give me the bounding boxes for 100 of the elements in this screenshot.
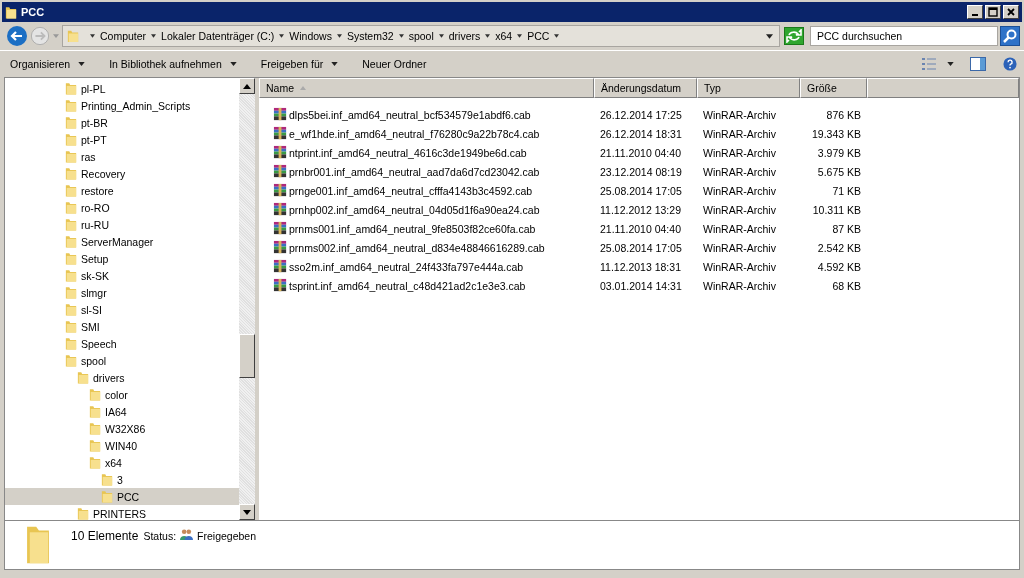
tree-item[interactable]: ras — [5, 148, 239, 165]
tree-item[interactable]: sl-SI — [5, 301, 239, 318]
scroll-up-icon[interactable] — [243, 83, 251, 89]
toolbar-button[interactable]: Neuer Ordner — [358, 58, 431, 70]
file-name[interactable]: dlps5bei.inf_amd64_neutral_bcf534579e1abdf6.cab — [289, 108, 531, 121]
folder-icon — [65, 115, 77, 130]
file-name[interactable]: sso2m.inf_amd64_neutral_24f433fa797e444a.cab — [289, 260, 524, 273]
breadcrumb-item[interactable]: Windows — [289, 30, 332, 42]
folder-name: spool — [81, 354, 107, 367]
size-cell: 10.311 KB — [812, 203, 861, 216]
tree-item[interactable]: slmgr — [5, 284, 239, 301]
caret-icon[interactable] — [279, 34, 285, 38]
breadcrumb-item[interactable]: PCC — [527, 30, 550, 42]
dropdown-arrow-icon[interactable] — [766, 33, 773, 39]
tree-item[interactable]: ro-RO — [5, 199, 239, 216]
folder-icon — [89, 404, 101, 419]
caret-icon[interactable] — [947, 62, 954, 66]
file-name[interactable]: ntprint.inf_amd64_neutral_4616c3de1949be6d.cab — [289, 146, 527, 159]
folder-icon — [65, 302, 77, 317]
tree-item[interactable]: 3 — [5, 471, 239, 488]
sort-arrow-icon — [300, 86, 306, 90]
tree-item[interactable]: ServerManager — [5, 233, 239, 250]
column-header[interactable]: Größe — [800, 78, 867, 98]
breadcrumb-item[interactable]: drivers — [448, 30, 481, 42]
folder-icon — [65, 336, 77, 351]
item-count: 10 Elemente — [71, 529, 139, 543]
tree-item[interactable]: ru-RU — [5, 216, 239, 233]
tree-item[interactable]: SMI — [5, 318, 239, 335]
tree-item[interactable]: restore — [5, 182, 239, 199]
file-name[interactable]: prnbr001.inf_amd64_neutral_aad7da6d7cd23042.cab — [289, 165, 540, 178]
tree-item[interactable]: color — [5, 386, 239, 403]
maximize-button[interactable] — [985, 5, 1001, 19]
file-name[interactable]: prnhp002.inf_amd64_neutral_04d05d1f6a90ea24.cab — [289, 203, 540, 216]
column-header[interactable]: Typ — [697, 78, 800, 98]
tree-item[interactable]: PRINTERS — [5, 505, 239, 520]
caret-icon[interactable] — [90, 34, 95, 38]
column-header[interactable]: Änderungsdatum — [594, 78, 697, 98]
folder-icon — [89, 387, 101, 402]
tree-item[interactable]: Printing_Admin_Scripts — [5, 97, 239, 114]
breadcrumb-item[interactable]: System32 — [346, 30, 394, 42]
type-cell: WinRAR-Archiv — [703, 108, 776, 121]
caret-icon[interactable] — [554, 34, 560, 38]
folder-name: 3 — [117, 473, 123, 486]
scroll-down-icon[interactable] — [243, 509, 251, 515]
caret-icon[interactable] — [336, 34, 342, 38]
refresh-button[interactable] — [784, 27, 804, 45]
folder-icon — [65, 217, 77, 232]
close-button[interactable] — [1003, 5, 1019, 19]
scrollbar[interactable] — [239, 78, 255, 520]
caret-icon[interactable] — [485, 34, 491, 38]
close-icon — [1006, 7, 1016, 17]
tree-item[interactable]: Speech — [5, 335, 239, 352]
column-header[interactable]: Name — [259, 78, 594, 98]
tree-item[interactable]: PCC — [5, 488, 239, 505]
minimize-button[interactable] — [967, 5, 983, 19]
caret-icon[interactable] — [151, 34, 157, 38]
archive-icon — [273, 145, 288, 160]
folder-name: Speech — [81, 337, 117, 350]
archive-icon — [273, 278, 288, 293]
tree-item[interactable]: IA64 — [5, 403, 239, 420]
folder-icon — [101, 472, 113, 487]
preview-pane-icon[interactable] — [970, 57, 986, 71]
scroll-thumb[interactable] — [239, 334, 255, 378]
breadcrumb-item[interactable]: x64 — [495, 30, 513, 42]
help-icon[interactable] — [1002, 57, 1018, 71]
tree-item[interactable]: pt-BR — [5, 114, 239, 131]
toolbar-button[interactable]: In Bibliothek aufnehmen — [105, 58, 241, 70]
search-button[interactable] — [1000, 26, 1020, 46]
tree-item[interactable]: pl-PL — [5, 80, 239, 97]
tree-item[interactable]: spool — [5, 352, 239, 369]
caret-icon[interactable] — [398, 34, 404, 38]
back-button[interactable] — [6, 25, 28, 47]
date-cell: 26.12.2014 18:31 — [600, 127, 682, 140]
breadcrumb-item[interactable]: Lokaler Datenträger (C:) — [161, 30, 275, 42]
folder-name: ro-RO — [81, 201, 110, 214]
tree-item[interactable]: Setup — [5, 250, 239, 267]
file-name[interactable]: tsprint.inf_amd64_neutral_c48d421ad2c1e3e3.cab — [289, 279, 526, 292]
tree-item[interactable]: pt-PT — [5, 131, 239, 148]
tree-item[interactable]: Recovery — [5, 165, 239, 182]
tree-item[interactable]: W32X86 — [5, 420, 239, 437]
toolbar-button[interactable]: Organisieren — [6, 58, 90, 70]
breadcrumb-item[interactable]: spool — [408, 30, 434, 42]
file-name[interactable]: prnms001.inf_amd64_neutral_9fe8503f82ce60fa.cab — [289, 222, 536, 235]
file-name[interactable]: e_wf1hde.inf_amd64_neutral_f76280c9a22b78c4.cab — [289, 127, 540, 140]
tree-item[interactable]: x64 — [5, 454, 239, 471]
tree-item[interactable]: WIN40 — [5, 437, 239, 454]
folder-icon — [89, 438, 101, 453]
search-field[interactable]: PCC durchsuchen — [810, 26, 998, 46]
address-bar[interactable]: Computer Lokaler Datenträger (C:) Windows System32 spool drivers x64 PCC — [62, 25, 780, 47]
toolbar-button[interactable]: Freigeben für — [256, 58, 343, 70]
tree-item[interactable]: sk-SK — [5, 267, 239, 284]
folder-name: pt-PT — [81, 133, 107, 146]
file-name[interactable]: prnms002.inf_amd64_neutral_d834e48846616289.cab — [289, 241, 545, 254]
size-cell: 19.343 KB — [811, 127, 861, 140]
breadcrumb-item[interactable]: Computer — [100, 30, 147, 42]
caret-icon[interactable] — [438, 34, 444, 38]
file-name[interactable]: prnge001.inf_amd64_neutral_cfffa4143b3c4592.cab — [289, 184, 533, 197]
folder-name: Recovery — [81, 167, 126, 180]
tree-item[interactable]: drivers — [5, 369, 239, 386]
caret-icon[interactable] — [517, 34, 523, 38]
